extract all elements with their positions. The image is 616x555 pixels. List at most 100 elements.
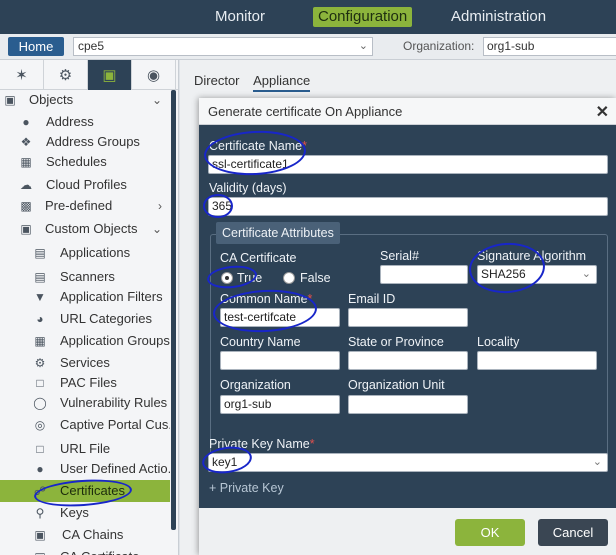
certificate-name-label: Certificate Name* bbox=[209, 139, 307, 153]
key-icon: ⚲ bbox=[35, 506, 45, 520]
sidebar-item-label: Schedules bbox=[46, 154, 107, 169]
common-name-input[interactable]: test-certifcate bbox=[220, 308, 340, 327]
ca-certificate-icon: ▣ bbox=[33, 550, 47, 555]
sidebar-item-pac-files[interactable]: □ PAC Files bbox=[0, 372, 170, 394]
gear-icon[interactable]: ⚙ bbox=[44, 60, 88, 90]
locality-input[interactable] bbox=[477, 351, 597, 370]
dialog-header: Generate certificate On Appliance ✕ bbox=[199, 98, 616, 125]
predefined-icon: ▩ bbox=[20, 199, 32, 213]
validity-label: Validity (days) bbox=[209, 181, 287, 195]
dialog-footer: OK Cancel bbox=[199, 508, 616, 555]
sidebar-item-schedules[interactable]: ▦ Schedules bbox=[0, 151, 170, 173]
email-label: Email ID bbox=[348, 292, 396, 306]
file-icon: □ bbox=[36, 376, 44, 390]
cloud-icon: ☁ bbox=[20, 178, 32, 192]
tab-director[interactable]: Director bbox=[194, 73, 240, 90]
ca-true-radio[interactable] bbox=[221, 272, 233, 284]
certificate-icon: ☍ bbox=[33, 484, 47, 498]
sidebar-item-label: Services bbox=[60, 355, 110, 370]
sidebar-item-keys[interactable]: ⚲ Keys bbox=[0, 502, 170, 524]
sidebar-item-user-defined-actions[interactable]: ● User Defined Actio... bbox=[0, 458, 170, 480]
sidebar-item-label: Custom Objects bbox=[45, 221, 138, 236]
org-unit-input[interactable] bbox=[348, 395, 468, 414]
tab-monitor[interactable]: Monitor bbox=[210, 7, 270, 27]
private-key-label: Private Key Name* bbox=[209, 437, 315, 451]
validity-input[interactable]: 365 bbox=[208, 197, 608, 216]
sidebar-item-application-filters[interactable]: ▼ Application Filters bbox=[0, 286, 170, 308]
sidebar-item-ca-chains[interactable]: ▣ CA Chains bbox=[0, 524, 170, 546]
ca-false-radio[interactable] bbox=[283, 272, 295, 284]
applications-icon: ▤ bbox=[34, 246, 46, 260]
sidebar-scrollbar[interactable] bbox=[171, 90, 176, 530]
sidebar-item-label: Scanners bbox=[60, 269, 115, 284]
topology-icon[interactable]: ✶ bbox=[0, 60, 44, 90]
organization-input[interactable]: org1-sub bbox=[220, 395, 340, 414]
sidebar-item-label: URL File bbox=[60, 441, 111, 456]
add-private-key-link[interactable]: + Private Key bbox=[209, 481, 284, 495]
certificate-name-input[interactable]: ssl-certificate1 bbox=[208, 155, 608, 174]
tab-administration[interactable]: Administration bbox=[446, 7, 551, 27]
sidebar-item-address[interactable]: ● Address bbox=[0, 111, 170, 133]
sidebar-item-label: Vulnerability Rules bbox=[60, 395, 168, 410]
pin-icon: ● bbox=[22, 115, 30, 129]
sidebar-item-cloud-profiles[interactable]: ☁ Cloud Profiles bbox=[0, 174, 170, 196]
sidebar-item-scanners[interactable]: ▤ Scanners bbox=[0, 266, 170, 288]
sidebar-item-label: Certificates bbox=[60, 483, 126, 498]
sidebar-item-label: Cloud Profiles bbox=[46, 177, 127, 192]
signature-algorithm-label: Signature Algorithm bbox=[477, 249, 587, 263]
filter-icon: ▼ bbox=[34, 290, 46, 304]
cube-icon[interactable]: ▣ bbox=[88, 60, 132, 90]
private-key-value: key1 bbox=[212, 455, 238, 469]
sidebar-item-certificates[interactable]: ☍ Certificates bbox=[0, 480, 170, 502]
app-group-icon: ▦ bbox=[34, 334, 46, 348]
user-action-icon: ● bbox=[36, 462, 44, 476]
cancel-button[interactable]: Cancel bbox=[538, 519, 608, 546]
sidebar-item-objects[interactable]: ▣ Objects ⌄ bbox=[0, 89, 170, 111]
vulnerability-icon: ◯ bbox=[33, 396, 47, 410]
ok-button[interactable]: OK bbox=[455, 519, 525, 546]
captive-portal-icon: ◎ bbox=[34, 418, 46, 432]
sidebar-item-url-file[interactable]: □ URL File bbox=[0, 438, 170, 460]
sidebar-item-applications[interactable]: ▤ Applications bbox=[0, 242, 170, 264]
serial-input[interactable] bbox=[380, 265, 468, 284]
signature-algorithm-select[interactable]: SHA256 ⌄ bbox=[477, 265, 597, 284]
services-icon: ⚙ bbox=[34, 356, 46, 370]
sidebar-item-pre-defined[interactable]: ▩ Pre-defined › bbox=[0, 195, 170, 217]
email-input[interactable] bbox=[348, 308, 468, 327]
ca-chain-icon: ▣ bbox=[34, 528, 46, 542]
home-button[interactable]: Home bbox=[8, 37, 64, 56]
sidebar-item-url-categories[interactable]: ◕ URL Categories bbox=[0, 308, 170, 330]
country-label: Country Name bbox=[220, 335, 301, 349]
globe-settings-icon[interactable]: ◉ bbox=[132, 60, 176, 90]
scanner-icon: ▤ bbox=[34, 270, 46, 284]
private-key-select[interactable]: key1 ⌄ bbox=[208, 453, 608, 472]
top-navigation: Monitor Configuration Administration bbox=[0, 0, 616, 34]
dialog-body: Certificate Name* ssl-certificate1 Valid… bbox=[199, 125, 616, 508]
sidebar-item-services[interactable]: ⚙ Services bbox=[0, 352, 170, 374]
tab-appliance[interactable]: Appliance bbox=[253, 73, 311, 92]
sidebar-item-label: CA Chains bbox=[62, 527, 124, 542]
sidebar-item-label: Address Groups bbox=[46, 134, 140, 149]
sidebar-item-ca-certificate[interactable]: ▣ CA Certificate bbox=[0, 546, 170, 555]
sidebar-item-custom-objects[interactable]: ▣ Custom Objects ⌄ bbox=[0, 218, 170, 240]
close-icon[interactable]: ✕ bbox=[596, 102, 609, 122]
organization-label: Organization bbox=[220, 378, 291, 392]
country-input[interactable] bbox=[220, 351, 340, 370]
tab-configuration[interactable]: Configuration bbox=[313, 7, 413, 27]
serial-label: Serial# bbox=[380, 249, 419, 263]
ca-certificate-label: CA Certificate bbox=[220, 251, 297, 265]
state-input[interactable] bbox=[348, 351, 468, 370]
sidebar-item-vulnerability-rules[interactable]: ◯ Vulnerability Rules bbox=[0, 392, 170, 414]
device-select[interactable]: cpe5 ⌄ bbox=[73, 37, 373, 56]
sidebar-item-address-groups[interactable]: ❖ Address Groups bbox=[0, 131, 170, 153]
sidebar-item-captive-portal[interactable]: ◎ Captive Portal Cus... bbox=[0, 414, 170, 436]
locality-label: Locality bbox=[477, 335, 520, 349]
organization-select[interactable]: org1-sub bbox=[483, 37, 616, 56]
sidebar-item-label: Application Filters bbox=[60, 289, 163, 304]
sidebar-item-application-groups[interactable]: ▦ Application Groups bbox=[0, 330, 170, 352]
custom-objects-icon: ▣ bbox=[20, 222, 32, 236]
dialog-title: Generate certificate On Appliance bbox=[208, 104, 403, 119]
sidebar-item-label: Applications bbox=[60, 245, 131, 260]
certificate-attributes-title: Certificate Attributes bbox=[216, 222, 340, 244]
device-select-value: cpe5 bbox=[78, 39, 105, 53]
